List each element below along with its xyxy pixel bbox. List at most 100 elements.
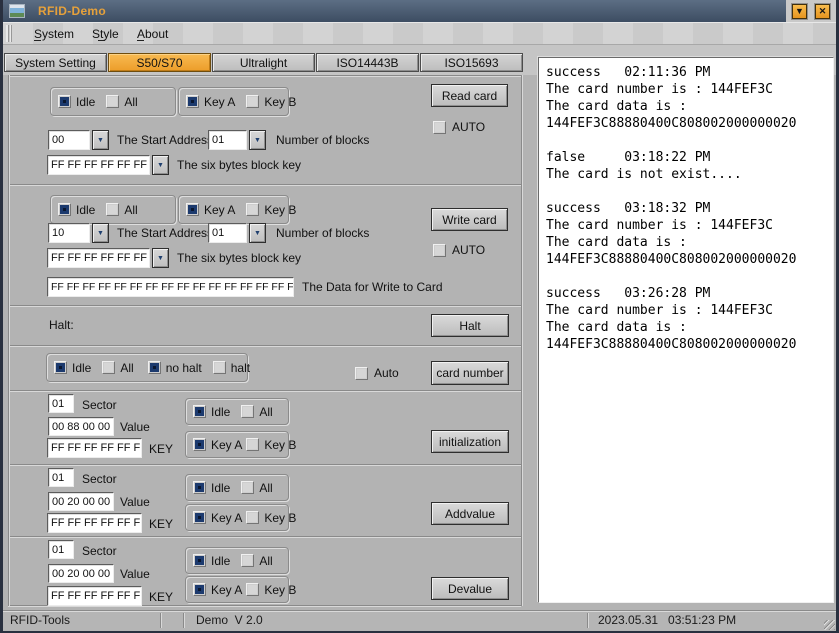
cardnumber-auto-checkbox[interactable] (355, 367, 368, 380)
devalue-idle-radio[interactable] (193, 554, 206, 567)
devalue-value-field[interactable]: 00 20 00 00 (48, 564, 114, 583)
status-version: Demo V 2.0 (196, 613, 263, 627)
addvalue-value-field[interactable]: 00 20 00 00 (48, 492, 114, 511)
resize-grip[interactable] (824, 620, 835, 630)
cardnumber-halt-radio[interactable] (213, 361, 226, 374)
init-keya-radio[interactable] (193, 438, 206, 451)
init-key-group: Key A Key B (185, 431, 289, 458)
read-key-group: Key A Key B (178, 87, 289, 116)
read-blocks-combo[interactable]: 01 ▼ (208, 130, 266, 150)
close-button[interactable]: ✕ (815, 4, 830, 19)
addvalue-idle-radio[interactable] (193, 481, 206, 494)
addvalue-button[interactable]: Addvalue (431, 502, 509, 525)
menu-grip[interactable] (6, 25, 12, 42)
log-panel[interactable]: success 02:11:36 PMThe card number is : … (538, 57, 834, 603)
write-keyb-radio[interactable] (246, 203, 259, 216)
read-auto-checkbox[interactable] (433, 121, 446, 134)
write-start-address-combo[interactable]: 10 ▼ (48, 223, 109, 243)
section-divider (8, 184, 521, 185)
initialization-button[interactable]: initialization (431, 430, 509, 453)
write-start-address-value[interactable]: 10 (48, 223, 90, 243)
devalue-idle-label: Idle (211, 554, 230, 568)
log-line: The card number is : 144FEF3C (546, 217, 833, 234)
read-all-radio[interactable] (106, 95, 119, 108)
log-output: success 02:11:36 PMThe card number is : … (539, 58, 833, 353)
init-idle-radio[interactable] (193, 405, 206, 418)
panel-left-edge (8, 75, 9, 606)
addvalue-key-field[interactable]: FF FF FF FF FF FF (47, 513, 142, 533)
title-bar[interactable]: RFID-Demo (0, 0, 786, 22)
write-auto-checkbox[interactable] (433, 244, 446, 257)
init-keyb-radio[interactable] (246, 438, 259, 451)
devalue-all-radio[interactable] (241, 554, 254, 567)
cardnumber-idle-radio[interactable] (54, 361, 67, 374)
dropdown-arrow-icon[interactable]: ▼ (152, 248, 169, 268)
write-block-key-combo[interactable]: FF FF FF FF FF FF ▼ (47, 248, 169, 268)
halt-button[interactable]: Halt (431, 314, 509, 337)
tab-system-setting[interactable]: System Setting (4, 53, 107, 72)
menu-style[interactable]: Style (88, 26, 123, 42)
dropdown-arrow-icon[interactable]: ▼ (249, 223, 266, 243)
write-blocks-value[interactable]: 01 (208, 223, 247, 243)
addvalue-keyb-radio[interactable] (246, 511, 259, 524)
read-block-key-value[interactable]: FF FF FF FF FF FF (47, 155, 150, 175)
write-block-key-value[interactable]: FF FF FF FF FF FF (47, 248, 150, 268)
addvalue-keya-radio[interactable] (193, 511, 206, 524)
menu-system[interactable]: System (30, 26, 78, 42)
init-sector-field[interactable]: 01 (48, 394, 74, 413)
log-line: 144FEF3C88880400C808002000000020 (546, 115, 833, 132)
dropdown-arrow-icon[interactable]: ▼ (249, 130, 266, 150)
read-start-address-label: The Start Address (117, 133, 213, 147)
read-all-label: All (124, 95, 137, 109)
devalue-state-group: Idle All (185, 547, 289, 574)
write-keya-radio[interactable] (186, 203, 199, 216)
write-data-label: The Data for Write to Card (302, 280, 443, 294)
read-blocks-label: Number of blocks (276, 133, 369, 147)
cardnumber-auto-label: Auto (374, 366, 399, 380)
read-keyb-radio[interactable] (246, 95, 259, 108)
addvalue-key-label: KEY (149, 517, 173, 531)
tab-ultralight[interactable]: Ultralight (212, 53, 315, 72)
addvalue-state-group: Idle All (185, 474, 289, 501)
read-block-key-combo[interactable]: FF FF FF FF FF FF ▼ (47, 155, 169, 175)
read-idle-radio[interactable] (58, 95, 71, 108)
minimize-button[interactable]: ▼ (792, 4, 807, 19)
write-idle-radio[interactable] (58, 203, 71, 216)
init-key-label: KEY (149, 442, 173, 456)
log-line: The card is not exist.... (546, 166, 833, 183)
read-start-address-combo[interactable]: 00 ▼ (48, 130, 109, 150)
addvalue-sector-field[interactable]: 01 (48, 468, 74, 487)
tab-iso14443b[interactable]: ISO14443B (316, 53, 419, 72)
write-data-field[interactable]: FF FF FF FF FF FF FF FF FF FF FF FF FF F… (47, 277, 294, 297)
read-keya-radio[interactable] (186, 95, 199, 108)
section-divider (8, 75, 521, 76)
dropdown-arrow-icon[interactable]: ▼ (92, 223, 109, 243)
write-all-radio[interactable] (106, 203, 119, 216)
dropdown-arrow-icon[interactable]: ▼ (152, 155, 169, 175)
log-line (546, 268, 833, 285)
write-card-button[interactable]: Write card (431, 208, 508, 231)
devalue-button[interactable]: Devalue (431, 577, 509, 600)
addvalue-all-radio[interactable] (241, 481, 254, 494)
status-app-name: RFID-Tools (10, 613, 70, 627)
init-key-field[interactable]: FF FF FF FF FF FF (47, 438, 142, 458)
dropdown-arrow-icon[interactable]: ▼ (92, 130, 109, 150)
tab-s50-s70[interactable]: S50/S70 (108, 53, 211, 72)
devalue-keya-radio[interactable] (193, 583, 206, 596)
devalue-key-field[interactable]: FF FF FF FF FF FF (47, 586, 142, 606)
read-blocks-value[interactable]: 01 (208, 130, 247, 150)
read-card-button[interactable]: Read card (431, 84, 508, 107)
write-blocks-combo[interactable]: 01 ▼ (208, 223, 266, 243)
card-number-button[interactable]: card number (431, 361, 509, 385)
write-blocks-label: Number of blocks (276, 226, 369, 240)
devalue-keyb-radio[interactable] (246, 583, 259, 596)
init-all-radio[interactable] (241, 405, 254, 418)
cardnumber-all-radio[interactable] (102, 361, 115, 374)
cardnumber-nohalt-radio[interactable] (148, 361, 161, 374)
devalue-sector-field[interactable]: 01 (48, 540, 74, 559)
tab-iso15693[interactable]: ISO15693 (420, 53, 523, 72)
menu-about[interactable]: About (133, 26, 172, 42)
read-start-address-value[interactable]: 00 (48, 130, 90, 150)
init-value-field[interactable]: 00 88 00 00 (48, 417, 114, 436)
devalue-all-label: All (259, 554, 272, 568)
